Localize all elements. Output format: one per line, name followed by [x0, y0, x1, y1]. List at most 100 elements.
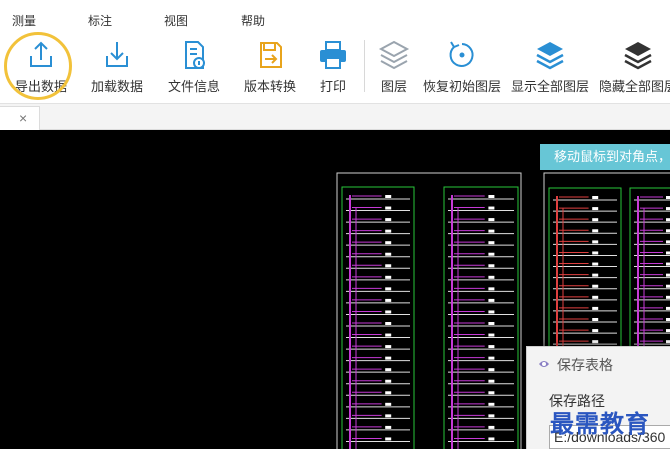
- breaker-symbol: [385, 206, 392, 210]
- breaker-symbol: [592, 318, 599, 321]
- layers-hide-icon: [624, 42, 652, 70]
- breaker-symbol: [666, 318, 670, 321]
- layers-icon: [378, 40, 410, 70]
- breaker-symbol: [666, 329, 670, 333]
- breaker-symbol: [592, 273, 599, 277]
- restore-layers-button[interactable]: 恢复初始图层: [421, 34, 503, 100]
- breaker-symbol: [385, 333, 392, 337]
- breaker-symbol: [385, 356, 392, 360]
- menu-view[interactable]: 视图: [164, 13, 188, 29]
- breaker-symbol: [488, 391, 495, 395]
- breaker-symbol: [385, 195, 392, 198]
- breaker-symbol: [592, 229, 599, 233]
- document-tab[interactable]: ×: [0, 106, 40, 130]
- version-convert-label: 版本转换: [243, 79, 296, 94]
- breaker-symbol: [385, 310, 392, 314]
- breaker-symbol: [385, 368, 392, 372]
- breaker-symbol: [385, 322, 392, 325]
- breaker-symbol: [666, 218, 670, 222]
- highlight-circle: [4, 32, 72, 100]
- breaker-symbol: [488, 322, 495, 325]
- breaker-symbol: [385, 241, 392, 245]
- toolbar-divider: [364, 40, 365, 92]
- breaker-symbol: [666, 340, 670, 344]
- breaker-symbol: [666, 273, 670, 277]
- breaker-symbol: [385, 275, 392, 279]
- load-data-label: 加载数据: [90, 79, 143, 94]
- layers-label: 图层: [380, 79, 407, 94]
- show-all-layers-button[interactable]: 显示全部图层: [509, 34, 591, 100]
- app-icon: [539, 361, 549, 367]
- breaker-symbol: [488, 310, 495, 314]
- file-info-icon: [185, 41, 205, 69]
- breaker-symbol: [385, 391, 392, 395]
- restore-layers-label: 恢复初始图层: [422, 79, 501, 94]
- breaker-symbol: [666, 284, 670, 288]
- breaker-symbol: [488, 402, 495, 406]
- breaker-symbol: [488, 275, 495, 279]
- layers-show-icon: [536, 42, 564, 70]
- breaker-symbol: [666, 251, 670, 255]
- breaker-symbol: [488, 287, 495, 291]
- breaker-symbol: [385, 402, 392, 406]
- download-icon: [106, 42, 128, 67]
- show-all-layers-label: 显示全部图层: [510, 79, 589, 94]
- breaker-symbol: [488, 368, 495, 372]
- breaker-symbol: [666, 229, 670, 233]
- file-info-label: 文件信息: [167, 79, 220, 94]
- panel-border: [341, 186, 415, 449]
- panel-border: [443, 186, 519, 449]
- breaker-symbol: [592, 306, 599, 310]
- breaker-symbol: [592, 340, 599, 344]
- load-data-button[interactable]: 加载数据: [76, 34, 158, 100]
- breaker-symbol: [666, 262, 670, 266]
- restore-icon: [449, 41, 474, 67]
- hide-all-layers-button[interactable]: 隐藏全部图层: [597, 34, 670, 100]
- printer-icon: [320, 41, 346, 69]
- breaker-symbol: [666, 295, 670, 299]
- print-button[interactable]: 打印: [305, 34, 361, 100]
- breaker-symbol: [592, 196, 599, 199]
- breaker-symbol: [592, 329, 599, 333]
- toolbar: 导出数据 加载数据 文件信息 版本转换 打印 图层 恢复初始图层 显示全部图层 …: [0, 30, 670, 104]
- menu-measure[interactable]: 测量: [12, 13, 36, 29]
- breaker-symbol: [592, 240, 599, 244]
- breaker-symbol: [666, 240, 670, 244]
- layers-button[interactable]: 图层: [366, 34, 422, 100]
- breaker-symbol: [666, 306, 670, 310]
- breaker-symbol: [592, 207, 599, 211]
- dialog-title: 保存表格: [557, 357, 613, 373]
- breaker-symbol: [592, 284, 599, 288]
- breaker-symbol: [488, 356, 495, 360]
- breaker-symbol: [488, 333, 495, 337]
- breaker-symbol: [488, 425, 495, 429]
- breaker-symbol: [592, 295, 599, 299]
- file-info-button[interactable]: 文件信息: [153, 34, 235, 100]
- breaker-symbol: [385, 379, 392, 383]
- version-convert-button[interactable]: 版本转换: [229, 34, 311, 100]
- breaker-symbol: [666, 196, 670, 199]
- breaker-symbol: [385, 264, 392, 268]
- hide-all-layers-label: 隐藏全部图层: [598, 79, 670, 94]
- breaker-symbol: [385, 345, 392, 349]
- watermark-text: 最需教育: [550, 409, 650, 438]
- breaker-symbol: [385, 425, 392, 429]
- breaker-symbol: [385, 298, 392, 302]
- breaker-symbol: [592, 262, 599, 266]
- menu-help[interactable]: 帮助: [241, 13, 265, 29]
- menu-bar: 测量 标注 视图 帮助: [0, 0, 670, 30]
- breaker-symbol: [488, 218, 495, 222]
- breaker-symbol: [488, 298, 495, 302]
- breaker-symbol: [385, 287, 392, 291]
- breaker-symbol: [488, 379, 495, 383]
- tab-strip: ×: [0, 104, 670, 130]
- breaker-symbol: [385, 218, 392, 222]
- close-icon[interactable]: ×: [19, 109, 27, 127]
- breaker-symbol: [592, 218, 599, 222]
- convert-icon: [260, 42, 282, 68]
- breaker-symbol: [488, 437, 495, 441]
- breaker-symbol: [488, 195, 495, 198]
- print-label: 打印: [319, 79, 346, 94]
- breaker-symbol: [592, 251, 599, 255]
- menu-annotate[interactable]: 标注: [88, 13, 112, 29]
